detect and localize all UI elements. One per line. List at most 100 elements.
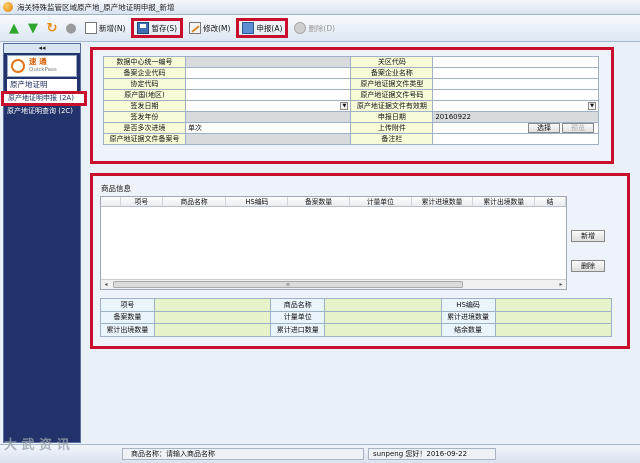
watermark: 大 武 资 讯 xyxy=(4,438,70,453)
logo-cn: 速 通 xyxy=(29,57,47,66)
item-no-field[interactable] xyxy=(153,298,272,312)
multi-entry-field[interactable]: 单次 xyxy=(184,122,352,134)
entry-qty-field[interactable] xyxy=(324,323,442,337)
scroll-thumb[interactable]: ≡ xyxy=(113,281,463,288)
delete-icon xyxy=(294,22,307,34)
field-label: 备案企业代码 xyxy=(103,67,186,79)
arrow-down-icon[interactable]: ▼ xyxy=(25,20,41,36)
scroll-left-icon[interactable]: ◂ xyxy=(101,280,111,289)
goods-grid[interactable]: 项号 商品名称 HS编码 备案数量 计量单位 累计进境数量 累计出境数量 结 ◂… xyxy=(100,196,567,290)
horizontal-scrollbar[interactable]: ◂ ≡ ▸ xyxy=(101,279,566,289)
hs-code-field[interactable] xyxy=(494,298,613,312)
company-name-field[interactable] xyxy=(432,67,599,79)
sidebar-group-origin-cert[interactable]: 原产地证明 xyxy=(7,79,77,91)
grid-col-record-qty[interactable]: 备案数量 xyxy=(288,197,350,206)
detail-label: 累计进口数量 xyxy=(270,323,326,337)
detail-label: 项号 xyxy=(100,298,155,312)
field-label: 协定代码 xyxy=(103,78,186,90)
toolbar: ▲ ▼ ↻ ● 新增(N) 暂存(S) 修改(M) 申报(A) 删除(D) xyxy=(0,15,640,42)
record-qty-field[interactable] xyxy=(153,310,272,324)
delete-toolbar-label: 删除(D) xyxy=(308,23,336,33)
export-qty-field[interactable] xyxy=(153,323,272,337)
customs-code-field[interactable] xyxy=(432,56,599,68)
evidence-type-field[interactable] xyxy=(432,78,599,90)
goods-detail-form: 项号 商品名称 HS编码 备案数量 计量单位 累计进境数量 累计出境数量 累计进… xyxy=(100,298,613,337)
arrow-up-icon[interactable]: ▲ xyxy=(6,20,22,36)
import-qty-field[interactable] xyxy=(494,310,613,324)
report-icon xyxy=(242,22,255,34)
preview-button[interactable]: 预览 xyxy=(562,123,594,133)
window-title: 海关特殊监管区域原产地_原产地证明申报_新增 xyxy=(17,2,175,12)
unified-no-field xyxy=(184,56,352,68)
grid-col-hs-code[interactable]: HS编码 xyxy=(226,197,289,206)
field-label: 签发年份 xyxy=(103,111,186,123)
new-button-label: 新增(N) xyxy=(99,23,126,33)
add-goods-button[interactable]: 新增 xyxy=(571,230,605,242)
delete-toolbar-button[interactable]: 删除(D) xyxy=(291,18,338,38)
grid-col-unit[interactable]: 计量单位 xyxy=(350,197,412,206)
collapse-icon[interactable]: ◂◂ xyxy=(4,44,80,53)
issue-year-field xyxy=(184,111,352,123)
company-code-field[interactable] xyxy=(184,67,352,79)
delete-goods-button[interactable]: 删除 xyxy=(571,260,605,272)
report-button-label: 申报(A) xyxy=(256,23,283,33)
field-label: 申报日期 xyxy=(350,111,434,123)
field-label: 备注栏 xyxy=(350,133,434,145)
detail-label: 累计进境数量 xyxy=(440,310,496,324)
goods-name-field[interactable] xyxy=(324,298,442,312)
sidebar-item-origin-cert-declare[interactable]: 原产地证明申报 (2A) xyxy=(1,91,87,106)
issue-date-field[interactable]: ▼ xyxy=(184,100,352,112)
save-draft-button[interactable]: 暂存(S) xyxy=(131,18,184,38)
title-bar: 海关特殊监管区域原产地_原产地证明申报_新增 xyxy=(0,0,640,15)
field-label: 关区代码 xyxy=(350,56,434,68)
edit-button[interactable]: 修改(M) xyxy=(186,18,233,38)
origin-country-field[interactable] xyxy=(184,89,352,101)
remarks-field[interactable] xyxy=(432,133,599,145)
edit-button-label: 修改(M) xyxy=(203,23,231,33)
field-label: 原产地证据文件备案号 xyxy=(103,133,186,145)
refresh-icon[interactable]: ↻ xyxy=(44,20,60,36)
goods-grid-header: 项号 商品名称 HS编码 备案数量 计量单位 累计进境数量 累计出境数量 结 xyxy=(101,197,566,207)
unit-field[interactable] xyxy=(324,310,442,324)
logo: 速 通 QuickPass xyxy=(7,55,77,77)
detail-label: 累计出境数量 xyxy=(100,323,155,337)
grid-col-name[interactable]: 商品名称 xyxy=(163,197,227,206)
app-icon xyxy=(3,2,13,12)
field-label: 签发日期 xyxy=(103,100,186,112)
header-form: 数据中心统一编号 关区代码 备案企业代码 备案企业名称 协定代码 原产地证据文件… xyxy=(103,56,599,145)
scroll-right-icon[interactable]: ▸ xyxy=(556,280,566,289)
field-label: 原产地证据文件类型 xyxy=(350,78,434,90)
sidebar: ◂◂ 速 通 QuickPass 原产地证明 原产地证明申报 (2A) 原产地证… xyxy=(1,43,87,443)
detail-label: HS编码 xyxy=(440,298,496,312)
grid-col-balance[interactable]: 结 xyxy=(535,197,566,206)
detail-label: 商品名称 xyxy=(270,298,326,312)
grid-col-item-no[interactable]: 项号 xyxy=(121,197,163,206)
evidence-validity-field[interactable]: ▼ xyxy=(432,100,599,112)
detail-label: 备案数量 xyxy=(100,310,155,324)
goods-panel: 商品信息 项号 商品名称 HS编码 备案数量 计量单位 累计进境数量 累计出境数… xyxy=(90,173,630,349)
dropdown-icon[interactable]: ▼ xyxy=(588,102,596,110)
attachment-field: 选择 预览 xyxy=(432,122,599,134)
select-file-button[interactable]: 选择 xyxy=(528,123,560,133)
circle-icon[interactable]: ● xyxy=(63,20,79,36)
field-label: 原产地证据文件有效期 xyxy=(350,100,434,112)
detail-label: 计量单位 xyxy=(270,310,326,324)
dropdown-icon[interactable]: ▼ xyxy=(340,102,349,110)
grid-col-export-qty[interactable]: 累计出境数量 xyxy=(473,197,536,206)
goods-section-title: 商品信息 xyxy=(101,184,131,193)
report-button[interactable]: 申报(A) xyxy=(236,18,289,38)
sidebar-item-origin-cert-query[interactable]: 原产地证明查询 (2C) xyxy=(4,106,80,117)
balance-qty-field[interactable] xyxy=(494,323,613,337)
header-form-panel: 数据中心统一编号 关区代码 备案企业代码 备案企业名称 协定代码 原产地证据文件… xyxy=(90,47,614,164)
save-icon xyxy=(137,22,150,34)
new-button[interactable]: 新增(N) xyxy=(82,18,128,38)
grid-col-import-qty[interactable]: 累计进境数量 xyxy=(412,197,474,206)
evidence-record-no-field xyxy=(184,133,352,145)
logo-icon xyxy=(11,59,25,73)
field-label: 备案企业名称 xyxy=(350,67,434,79)
evidence-number-field[interactable] xyxy=(432,89,599,101)
declare-date-field: 20160922 xyxy=(432,111,599,123)
agreement-code-field[interactable] xyxy=(184,78,352,90)
save-draft-label: 暂存(S) xyxy=(151,23,178,33)
field-label: 是否多次进境 xyxy=(103,122,186,134)
